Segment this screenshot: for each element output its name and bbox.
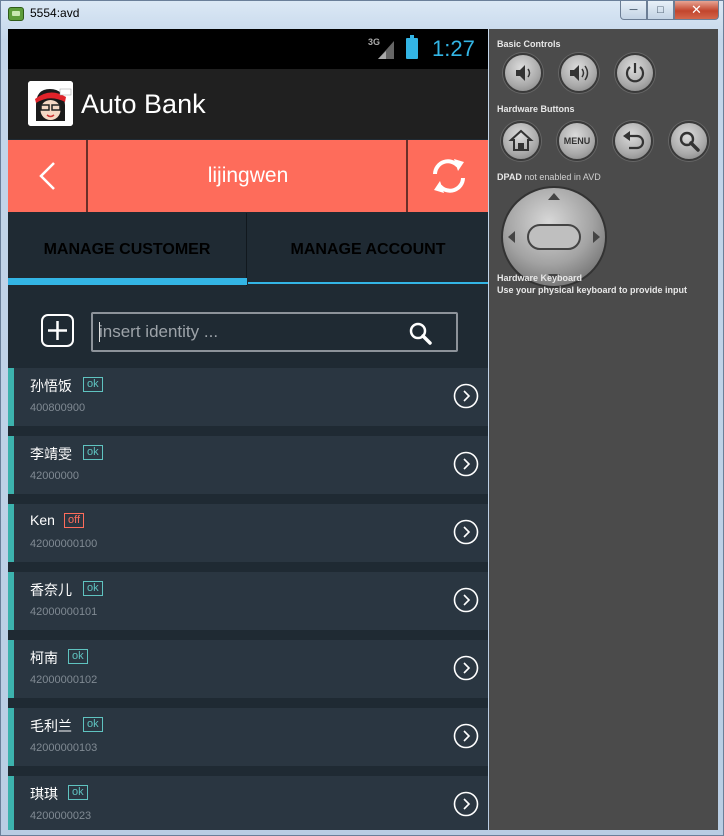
customer-name: 柯南	[30, 650, 58, 666]
search-hw-button[interactable]	[669, 121, 709, 161]
search-input[interactable]	[99, 320, 399, 344]
list-item[interactable]: 琪琪 ok 4200000023	[8, 776, 488, 830]
volume-down-icon	[516, 65, 531, 81]
tab-manage-account[interactable]: MANAGE ACCOUNT	[248, 213, 488, 286]
customer-id: 42000000101	[30, 606, 98, 618]
list-item[interactable]: 李靖雯 ok 42000000	[8, 436, 488, 494]
chevron-right-icon[interactable]	[453, 655, 479, 681]
customer-id: 4200000023	[30, 810, 92, 822]
emulator-window: 5554:avd ─ □ ✕ 3G 1:27 Auto Bank lijingw…	[0, 0, 724, 836]
emulator-controls-panel: Basic Controls Hardware Buttons MENU DPA…	[489, 29, 718, 830]
volume-up-icon	[570, 65, 589, 81]
user-bar: lijingwen	[8, 140, 488, 212]
status-badge: ok	[68, 649, 88, 664]
chevron-right-icon[interactable]	[453, 519, 479, 545]
refresh-icon	[433, 159, 465, 193]
window-titlebar[interactable]: 5554:avd ─ □ ✕	[1, 1, 724, 27]
status-badge: ok	[83, 377, 103, 392]
customer-id: 400800900	[30, 402, 86, 414]
power-button[interactable]	[615, 53, 655, 93]
text-cursor	[99, 322, 100, 342]
volume-up-button[interactable]	[559, 53, 599, 93]
list-item[interactable]: 柯南 ok 42000000102	[8, 640, 488, 698]
refresh-button[interactable]	[406, 140, 488, 212]
chevron-right-icon[interactable]	[453, 723, 479, 749]
status-badge: ok	[83, 717, 103, 732]
add-customer-button[interactable]	[41, 314, 74, 347]
status-badge: ok	[83, 581, 103, 596]
list-item[interactable]: Ken off 42000000100	[8, 504, 488, 562]
list-item[interactable]: 毛利兰 ok 42000000103	[8, 708, 488, 766]
customer-name: 李靖雯	[30, 446, 72, 462]
chevron-right-icon[interactable]	[453, 791, 479, 817]
back-hw-button[interactable]	[613, 121, 653, 161]
search-box[interactable]	[91, 312, 458, 352]
tab-selected-indicator	[8, 278, 247, 285]
customer-id: 42000000103	[30, 742, 98, 754]
search-row	[8, 286, 488, 366]
customer-name: 毛利兰	[30, 718, 72, 734]
menu-button[interactable]: MENU	[557, 121, 597, 161]
power-icon	[625, 63, 645, 83]
signal-icon	[378, 41, 394, 59]
status-badge: off	[64, 513, 85, 528]
plus-icon	[48, 321, 67, 340]
chevron-left-icon	[39, 162, 55, 190]
customer-name: 琪琪	[30, 786, 58, 802]
home-button[interactable]	[501, 121, 541, 161]
basic-controls-label: Basic Controls	[497, 39, 561, 49]
search-icon	[679, 131, 700, 152]
chevron-right-icon[interactable]	[453, 587, 479, 613]
close-button[interactable]: ✕	[674, 1, 719, 20]
chevron-right-icon[interactable]	[453, 383, 479, 409]
device-screen: 3G 1:27 Auto Bank lijingwen MANAGE CUSTO…	[8, 29, 488, 830]
avatar-logo[interactable]	[28, 81, 73, 126]
status-badge: ok	[83, 445, 103, 460]
window-controls: ─ □ ✕	[620, 1, 719, 21]
window-title: 5554:avd	[30, 6, 80, 20]
tab-bar: MANAGE CUSTOMER MANAGE ACCOUNT	[8, 213, 488, 286]
list-item[interactable]: 香奈儿 ok 42000000101	[8, 572, 488, 630]
volume-down-button[interactable]	[503, 53, 543, 93]
minimize-button[interactable]: ─	[620, 1, 647, 20]
app-title: Auto Bank	[81, 89, 206, 119]
undo-back-icon	[623, 131, 645, 150]
hardware-keyboard-note: Use your physical keyboard to provide in…	[497, 285, 688, 295]
home-icon	[508, 129, 534, 151]
username-label: lijingwen	[207, 164, 289, 187]
status-bar: 3G 1:27	[8, 29, 488, 69]
customer-name: 孙悟饭	[30, 378, 72, 394]
customer-id: 42000000	[30, 470, 79, 482]
customer-name: Ken	[30, 512, 55, 528]
dpad-label: DPAD not enabled in AVD	[497, 172, 601, 182]
menu-button-label: MENU	[563, 136, 591, 146]
tab-manage-customer[interactable]: MANAGE CUSTOMER	[8, 213, 247, 286]
status-badge: ok	[68, 785, 88, 800]
battery-charging-icon	[406, 35, 418, 59]
hardware-keyboard-label: Hardware Keyboard	[497, 273, 583, 283]
hardware-buttons-label: Hardware Buttons	[497, 104, 575, 114]
app-bar: Auto Bank	[8, 69, 488, 139]
list-item[interactable]: 孙悟饭 ok 400800900	[8, 368, 488, 426]
back-button[interactable]	[8, 140, 88, 212]
status-clock: 1:27	[432, 36, 475, 61]
search-icon[interactable]	[408, 321, 432, 345]
maximize-button[interactable]: □	[647, 1, 674, 20]
customer-id: 42000000100	[30, 538, 98, 550]
chevron-right-icon[interactable]	[453, 451, 479, 477]
emulator-app-icon	[8, 7, 24, 21]
tab-underline	[248, 282, 488, 284]
customer-name: 香奈儿	[30, 582, 72, 598]
customer-id: 42000000102	[30, 674, 98, 686]
